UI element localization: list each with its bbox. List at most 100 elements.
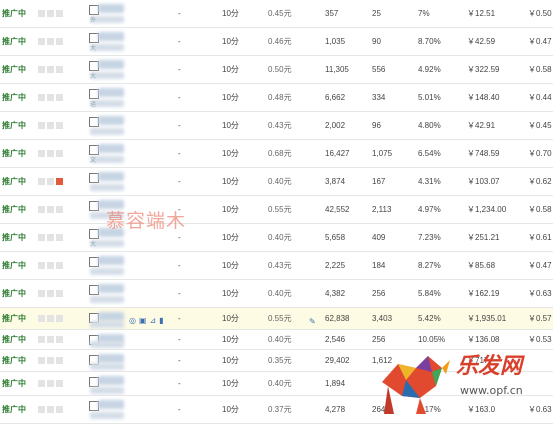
cost-cell: ￥103.07	[467, 177, 500, 186]
square-indicator-icon	[38, 234, 45, 241]
placeholder-dash: -	[178, 177, 181, 186]
impressions-cell: 4,278	[325, 405, 346, 414]
duration-cell: 10分	[222, 149, 239, 158]
status-badge: 推广中	[2, 65, 26, 74]
bid-price-cell[interactable]: 0.40元	[268, 168, 292, 195]
ctr-cell: 8.27%	[418, 261, 441, 270]
placeholder-dash: -	[178, 93, 181, 102]
square-indicator-icon	[56, 406, 63, 413]
item-subtitle-text: 大	[90, 242, 97, 248]
copy-icon[interactable]: ▣	[139, 317, 147, 325]
square-indicator-icon	[38, 94, 45, 101]
impressions-cell: 42,552	[325, 205, 350, 214]
bid-price-cell[interactable]: 0.55元	[268, 308, 292, 329]
table-row[interactable]: 推广中 ◎ ▣ ⊿ ▮ ✎ - 10分 0.55元 62,838 3,403 5.42% ￥1,935.…	[0, 308, 553, 330]
row-actions: ◎ ▣ ⊿ ▮	[129, 317, 164, 325]
target-icon[interactable]: ◎	[129, 317, 136, 325]
ctr-cell: 5.01%	[418, 93, 441, 102]
placeholder-dash: -	[178, 9, 181, 18]
cost-cell: ￥42.59	[467, 37, 496, 46]
blurred-item-title	[98, 256, 124, 265]
duration-cell: 10分	[222, 37, 239, 46]
table-row[interactable]: 推广中 - 10分 0.40元 4,382 256 5.84% ￥162.19 ￥0.63	[0, 280, 553, 308]
table-row[interactable]: 推广中 -10分 0.55元 42,552 2,113 4.97% ￥1,234.00 ￥0.…	[0, 196, 553, 224]
clicks-cell: 3,403	[372, 314, 393, 323]
cost-cell: ￥162.19	[467, 289, 500, 298]
bid-price-cell[interactable]: 0.48元	[268, 84, 292, 111]
square-indicator-icon	[56, 66, 63, 73]
bid-price-cell[interactable]: 0.43元	[268, 112, 292, 139]
bid-price-cell[interactable]: 0.43元	[268, 252, 292, 279]
square-indicator-icon	[47, 206, 54, 213]
blurred-item-title	[98, 376, 124, 385]
blurred-item-subtitle	[90, 184, 124, 191]
square-indicator-icon	[47, 66, 54, 73]
square-indicator-icon	[47, 336, 54, 343]
impressions-cell: 1,035	[325, 37, 346, 46]
bid-price-cell[interactable]: 0.50元	[268, 56, 292, 83]
clicks-cell: 409	[372, 233, 386, 242]
table-row[interactable]: 推广中大 - 10分 0.46元 1,035 90 8.70% ￥42.59 ￥0.47	[0, 28, 553, 56]
clicks-cell: 184	[372, 261, 386, 270]
duration-cell: 10分	[222, 233, 239, 242]
clicks-cell: 2,113	[372, 205, 392, 214]
bid-price-cell[interactable]: 0.55元	[268, 196, 292, 223]
setting-squares	[38, 168, 65, 195]
chart-icon[interactable]: ⊿	[150, 317, 157, 325]
table-row[interactable]: 推广中 - 10分 0.43元 2,002 96 4.80% ￥42.91 ￥0.45	[0, 112, 553, 140]
bid-price-cell[interactable]: 0.35元	[268, 350, 292, 371]
table-row[interactable]: 推广中外 - 10分 0.45元 357 25 7% ￥12.51 ￥0.50	[0, 0, 553, 28]
table-row[interactable]: 推广中大 - 10分 0.50元 11,305 556 4.92% ￥322.59 ￥0.58	[0, 56, 553, 84]
bid-price-cell[interactable]: 0.40元	[268, 280, 292, 307]
bid-price-cell[interactable]: 0.46元	[268, 28, 292, 55]
edit-price-icon[interactable]: ✎	[309, 317, 316, 326]
square-indicator-icon	[47, 122, 54, 129]
square-indicator-icon	[47, 94, 54, 101]
square-indicator-icon	[38, 122, 45, 129]
setting-squares	[38, 280, 65, 307]
delete-icon[interactable]: ▮	[159, 317, 163, 325]
blurred-item-subtitle	[90, 268, 124, 275]
blurred-item-title	[98, 4, 124, 13]
ctr-cell: 4.97%	[418, 205, 441, 214]
setting-squares	[38, 372, 65, 395]
square-indicator-icon	[56, 122, 63, 129]
square-indicator-icon	[38, 178, 45, 185]
logo-url: www.opf.cn	[460, 384, 523, 397]
bid-price-cell[interactable]: 0.40元	[268, 372, 292, 395]
impressions-cell: 2,546	[325, 335, 346, 344]
clicks-cell: 25	[372, 9, 381, 18]
status-badge: 推广中	[2, 233, 26, 242]
square-indicator-icon	[47, 262, 54, 269]
impressions-cell: 2,002	[325, 121, 346, 130]
square-indicator-icon	[38, 206, 45, 213]
cost-cell: ￥251.21	[467, 233, 500, 242]
bid-price-cell[interactable]: 0.37元	[268, 396, 292, 423]
table-row[interactable]: 推广中大 -10分 0.40元 5,658 409 7.23% ￥251.21 ￥0.61	[0, 224, 553, 252]
square-indicator-icon	[56, 315, 63, 322]
cost-cell: ￥322.59	[467, 65, 500, 74]
status-badge: 推广中	[2, 261, 26, 270]
duration-cell: 10分	[222, 335, 239, 344]
square-indicator-icon	[56, 380, 63, 387]
clicks-cell: 1,075	[372, 149, 393, 158]
cpc-cell: ￥0.44	[528, 93, 552, 102]
duration-cell: 10分	[222, 177, 239, 186]
blurred-item-title	[98, 312, 124, 321]
square-indicator-icon	[56, 357, 63, 364]
item-subtitle-text: 外	[90, 18, 97, 24]
square-indicator-icon	[47, 38, 54, 45]
bid-price-cell[interactable]: 0.45元	[268, 0, 292, 27]
table-row[interactable]: 推广中 - 10分 0.43元 2,225 184 8.27% ￥85.68 ￥0.47	[0, 252, 553, 280]
bid-price-cell[interactable]: 0.68元	[268, 140, 292, 167]
bid-price-cell[interactable]: 0.40元	[268, 330, 292, 349]
placeholder-dash: -	[178, 314, 181, 323]
status-badge: 推广中	[2, 93, 26, 102]
duration-cell: 10分	[222, 405, 239, 414]
table-row[interactable]: 推广中 - 10分 0.40元 3,874 167 4.31% ￥103.07 ￥0.62	[0, 168, 553, 196]
ctr-cell: 4.92%	[418, 65, 441, 74]
bid-price-cell[interactable]: 0.40元	[268, 224, 292, 251]
square-indicator-icon	[47, 150, 54, 157]
table-row[interactable]: 推广中文 - 10分 0.68元 16,427 1,075 6.54% ￥748.59 ￥0.7…	[0, 140, 553, 168]
table-row[interactable]: 推广中运 - 10分 0.48元 6,662 334 5.01% ￥148.40 ￥0.44	[0, 84, 553, 112]
